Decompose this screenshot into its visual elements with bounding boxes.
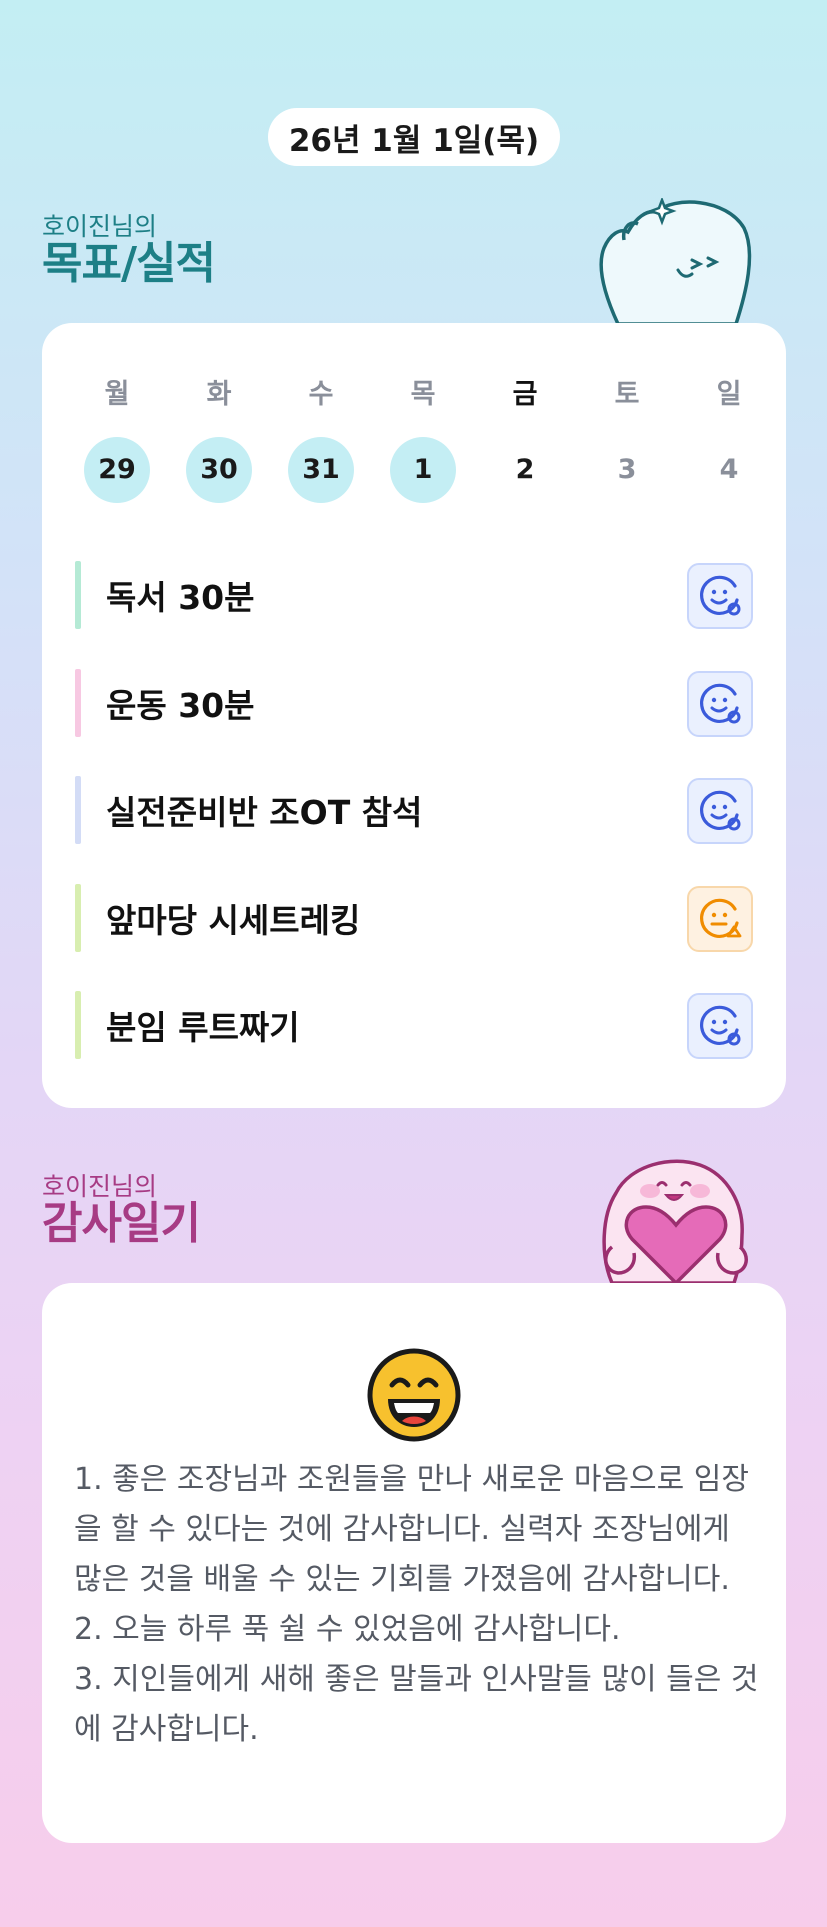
day-number[interactable]: 31: [288, 437, 354, 503]
thanks-section-heading: 감사일기: [42, 1198, 201, 1249]
goal-color-bar: [75, 776, 81, 844]
day-number[interactable]: 1: [390, 437, 456, 503]
mascot-heart-icon: [602, 1159, 748, 1283]
goal-item[interactable]: 앞마당 시세트레킹: [42, 864, 786, 972]
goal-color-bar: [75, 561, 81, 629]
goal-item[interactable]: 실전준비반 조OT 참석: [42, 756, 786, 864]
day-number[interactable]: 29: [84, 437, 150, 503]
goal-status-button[interactable]: [687, 885, 753, 952]
smile-icon: [700, 1005, 741, 1046]
day-sun[interactable]: 일 4: [678, 375, 780, 503]
day-name: 일: [716, 379, 742, 410]
smile-icon: [700, 683, 741, 723]
day-fri[interactable]: 금 2: [474, 375, 576, 503]
day-number[interactable]: 30: [186, 437, 252, 503]
day-name: 수: [308, 379, 334, 410]
thanks-section-title: 호이진님의 감사일기: [42, 1172, 201, 1249]
goal-label: 운동 30분: [106, 685, 255, 725]
day-sat[interactable]: 토 3: [576, 375, 678, 503]
goal-color-bar: [75, 991, 81, 1059]
day-name: 토: [614, 379, 640, 410]
week-calendar: 월 29 화 30 수 31 목 1 금 2 토 3 일 4: [66, 375, 784, 503]
day-mon[interactable]: 월 29: [66, 375, 168, 503]
day-wed[interactable]: 수 31: [270, 375, 372, 503]
smile-icon: [700, 575, 741, 616]
goal-item[interactable]: 독서 30분: [42, 541, 786, 649]
day-number[interactable]: 3: [594, 437, 660, 503]
goal-label: 독서 30분: [106, 578, 255, 617]
day-name: 금: [512, 379, 538, 410]
day-name: 목: [410, 379, 436, 410]
day-name: 화: [206, 379, 232, 410]
day-number[interactable]: 4: [696, 437, 762, 503]
goal-label: 실전준비반 조OT 참석: [106, 793, 423, 832]
day-number[interactable]: 2: [492, 437, 558, 503]
neutral-warning-icon: [700, 898, 742, 938]
date-header[interactable]: 26년 1월 1일(목): [268, 108, 560, 166]
goal-item[interactable]: 분임 루트짜기: [42, 971, 786, 1079]
goal-color-bar: [75, 668, 81, 737]
goal-section-title: 호이진님의 목표/실적: [42, 212, 216, 289]
goal-label: 앞마당 시세트레킹: [106, 900, 361, 940]
grinning-face-icon: [367, 1348, 461, 1442]
day-name: 월: [104, 379, 130, 410]
day-thu[interactable]: 목 1: [372, 375, 474, 503]
goal-item[interactable]: 운동 30분: [42, 649, 786, 757]
goal-list: 독서 30분 운동 30분 실전준비반 조OT 참석 앞마당 시세트레킹 분임 …: [42, 541, 786, 1079]
mascot-cheer-icon: [599, 198, 752, 324]
smile-icon: [700, 790, 741, 831]
goal-status-button[interactable]: [687, 778, 753, 844]
thanks-diary-text: 1. 좋은 조장님과 조원들을 만나 새로운 마음으로 임장을 할 수 있다는 …: [74, 1462, 759, 1747]
goal-label: 분임 루트짜기: [106, 1008, 300, 1047]
thanks-card: 1. 좋은 조장님과 조원들을 만나 새로운 마음으로 임장을 할 수 있다는 …: [42, 1283, 786, 1843]
goal-color-bar: [75, 883, 81, 952]
goal-status-button[interactable]: [687, 993, 753, 1059]
goal-status-button[interactable]: [687, 563, 753, 629]
day-tue[interactable]: 화 30: [168, 375, 270, 503]
goal-status-button[interactable]: [687, 670, 753, 737]
goal-card: 월 29 화 30 수 31 목 1 금 2 토 3 일 4 독서 30분 운동…: [42, 323, 786, 1108]
goal-section-heading: 목표/실적: [42, 238, 216, 289]
